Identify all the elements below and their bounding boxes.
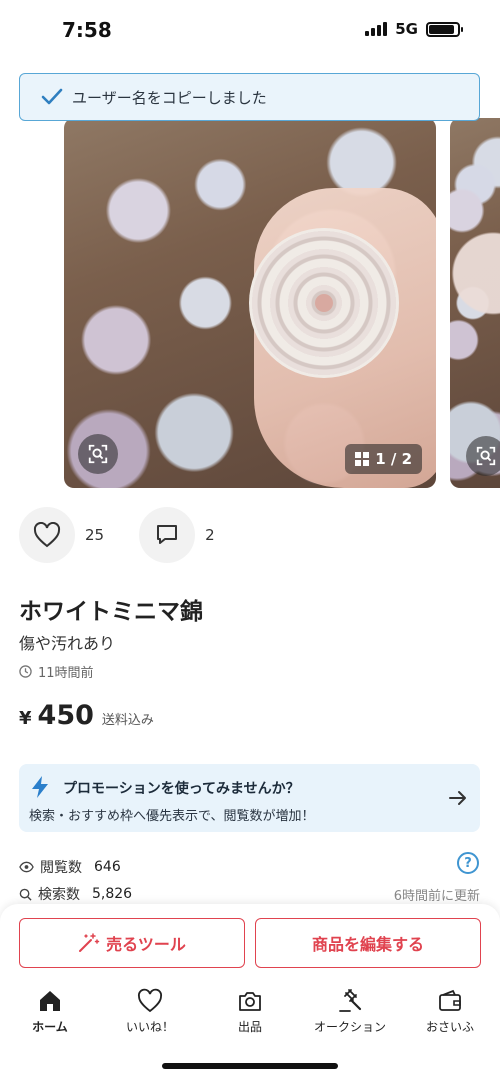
comment-icon xyxy=(157,525,178,544)
signal-icon xyxy=(365,22,388,36)
edit-item-label: 商品を編集する xyxy=(311,935,424,954)
battery-icon xyxy=(426,21,463,37)
image-counter: 1 / 2 xyxy=(345,444,422,474)
status-bar: 7:58 5G xyxy=(0,0,500,62)
edit-item-button[interactable]: 商品を編集する xyxy=(255,918,481,968)
stats-updated: 6時間前に更新 xyxy=(393,889,480,904)
bottom-action-sheet: 売るツール 商品を編集する ホーム いいね！ 出品 オークション おさいふ xyxy=(0,904,500,1080)
sell-tools-label: 売るツール xyxy=(106,935,186,954)
product-photo[interactable]: 1 / 2 xyxy=(64,118,436,488)
clock-icon xyxy=(19,665,32,678)
item-title: ホワイトミニマ錦 xyxy=(19,599,203,625)
shipping-label: 送料込み xyxy=(101,713,154,728)
tab-home-label: ホーム xyxy=(32,1020,68,1034)
status-time: 7:58 xyxy=(62,18,112,42)
price-value: 450 xyxy=(37,700,94,731)
comment-count: 2 xyxy=(205,526,215,544)
tab-sell-label: 出品 xyxy=(237,1020,262,1034)
reactions-row: 25 2 xyxy=(19,507,250,563)
tab-likes[interactable]: いいね！ xyxy=(100,988,200,1038)
posted-time-text: 11時間前 xyxy=(38,666,94,681)
tab-likes-label: いいね！ xyxy=(125,1020,174,1034)
searches-label: 検索数 xyxy=(38,887,80,903)
eye-icon xyxy=(19,861,34,873)
check-icon xyxy=(41,88,63,105)
item-condition: 傷や汚れあり xyxy=(19,634,116,653)
heart-icon xyxy=(33,522,61,548)
magic-wand-icon xyxy=(79,933,100,952)
comment-button[interactable] xyxy=(139,507,196,563)
help-icon[interactable]: ? xyxy=(457,852,479,874)
product-photo-next[interactable] xyxy=(450,118,500,488)
lightning-icon xyxy=(32,776,48,798)
tab-wallet-label: おさいふ xyxy=(425,1020,474,1034)
tab-auction[interactable]: オークション xyxy=(300,988,400,1038)
lens-search-icon[interactable] xyxy=(78,434,118,474)
image-gallery[interactable]: 1 / 2 xyxy=(64,118,500,490)
views-value: 646 xyxy=(94,859,121,875)
promotion-title: プロモーションを使ってみませんか？ xyxy=(63,781,300,797)
price-currency: ¥ xyxy=(19,708,32,729)
camera-icon xyxy=(239,992,261,1011)
gavel-icon xyxy=(339,989,362,1012)
tab-auction-label: オークション xyxy=(313,1020,386,1034)
search-icon xyxy=(19,888,32,901)
sell-tools-button[interactable]: 売るツール xyxy=(19,918,245,968)
arrow-right-icon xyxy=(449,791,466,805)
promotion-card[interactable]: プロモーションを使ってみませんか？ 検索・おすすめ枠へ優先表示で、閲覧数が増加！ xyxy=(19,764,480,832)
searches-stat: 検索数 5,826 xyxy=(19,884,132,904)
tab-wallet[interactable]: おさいふ xyxy=(400,988,500,1038)
lens-search-icon-next[interactable] xyxy=(466,436,500,476)
tab-home[interactable]: ホーム xyxy=(0,988,100,1038)
home-indicator xyxy=(162,1063,338,1069)
home-icon xyxy=(40,991,60,1011)
battery-fill xyxy=(429,24,454,34)
grid-icon xyxy=(355,452,370,466)
tab-sell[interactable]: 出品 xyxy=(200,988,300,1038)
like-button[interactable] xyxy=(19,507,75,563)
wallet-icon xyxy=(439,989,461,1011)
tab-bar: ホーム いいね！ 出品 オークション おさいふ xyxy=(0,988,500,1038)
image-counter-text: 1 / 2 xyxy=(375,450,412,468)
price-row: ¥ 450 送料込み xyxy=(19,700,154,731)
views-stat: 閲覧数 646 xyxy=(19,857,121,877)
copy-toast: ユーザー名をコピーしました xyxy=(19,73,480,121)
succulent-rosette-image xyxy=(249,228,399,378)
searches-value: 5,826 xyxy=(92,886,133,902)
like-count: 25 xyxy=(85,526,105,544)
views-label: 閲覧数 xyxy=(40,860,82,876)
network-label: 5G xyxy=(395,20,418,38)
promotion-description: 検索・おすすめ枠へ優先表示で、閲覧数が増加！ xyxy=(29,809,315,824)
posted-time: 11時間前 xyxy=(19,662,94,681)
heart-icon xyxy=(138,988,162,1013)
toast-message: ユーザー名をコピーしました xyxy=(72,88,267,107)
status-indicators: 5G xyxy=(365,20,463,38)
